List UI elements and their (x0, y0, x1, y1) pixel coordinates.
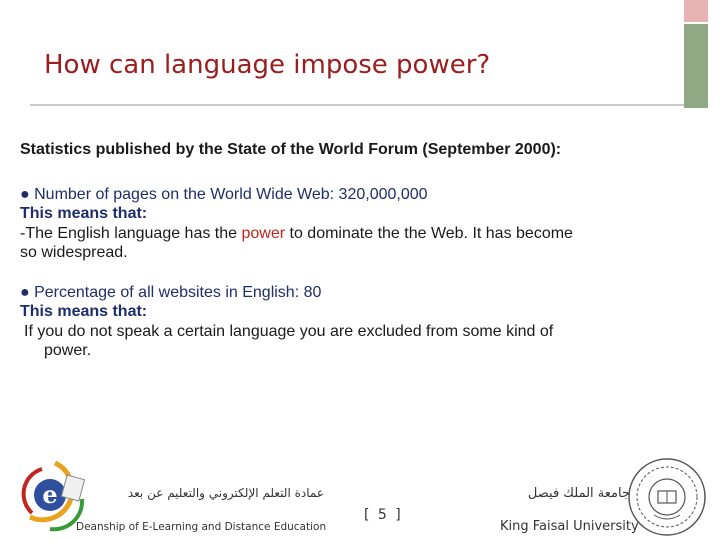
footer-university-english: King Faisal University (500, 519, 639, 534)
point-pages-explanation-start: -The English language has the (20, 224, 242, 242)
point-pages-explanation-cont: so widespread. (20, 244, 128, 261)
point-pages: ● Number of pages on the World Wide Web:… (20, 185, 660, 263)
point-pages-explanation-end: to dominate the the Web. It has become (285, 224, 573, 242)
footer-university-arabic: جامعة الملك فيصل (527, 486, 630, 501)
point-pages-means-label: This means that: (20, 205, 148, 222)
point-websites-bullet: ● Percentage of all websites in English:… (20, 283, 322, 301)
slide-body: Statistics published by the State of the… (20, 140, 660, 376)
accent-bar (684, 24, 708, 108)
point-pages-bullet: ● Number of pages on the World Wide Web:… (20, 185, 428, 203)
point-websites-explanation: If you do not speak a certain language y… (24, 322, 554, 340)
svg-text:e: e (42, 480, 57, 509)
point-websites-explanation-cont: power. (44, 342, 92, 359)
university-seal-icon (628, 458, 706, 536)
accent-bar-top (684, 0, 708, 22)
page-number: [ 5 ] (364, 507, 403, 523)
slide: How can language impose power? Statistic… (0, 0, 720, 540)
title-divider (30, 104, 684, 106)
slide-subtitle: Statistics published by the State of the… (20, 141, 562, 158)
point-websites-means-label: This means that: (20, 303, 148, 320)
footer-deanship-arabic: عمادة التعلم الإلكتروني والتعليم عن بعد (127, 486, 324, 500)
footer-deanship-english: Deanship of E-Learning and Distance Educ… (76, 521, 327, 533)
point-pages-explanation: -The English language has the power to d… (20, 224, 660, 244)
point-websites: ● Percentage of all websites in English:… (20, 283, 660, 361)
power-highlight: power (241, 224, 286, 242)
slide-title: How can language impose power? (44, 50, 491, 80)
